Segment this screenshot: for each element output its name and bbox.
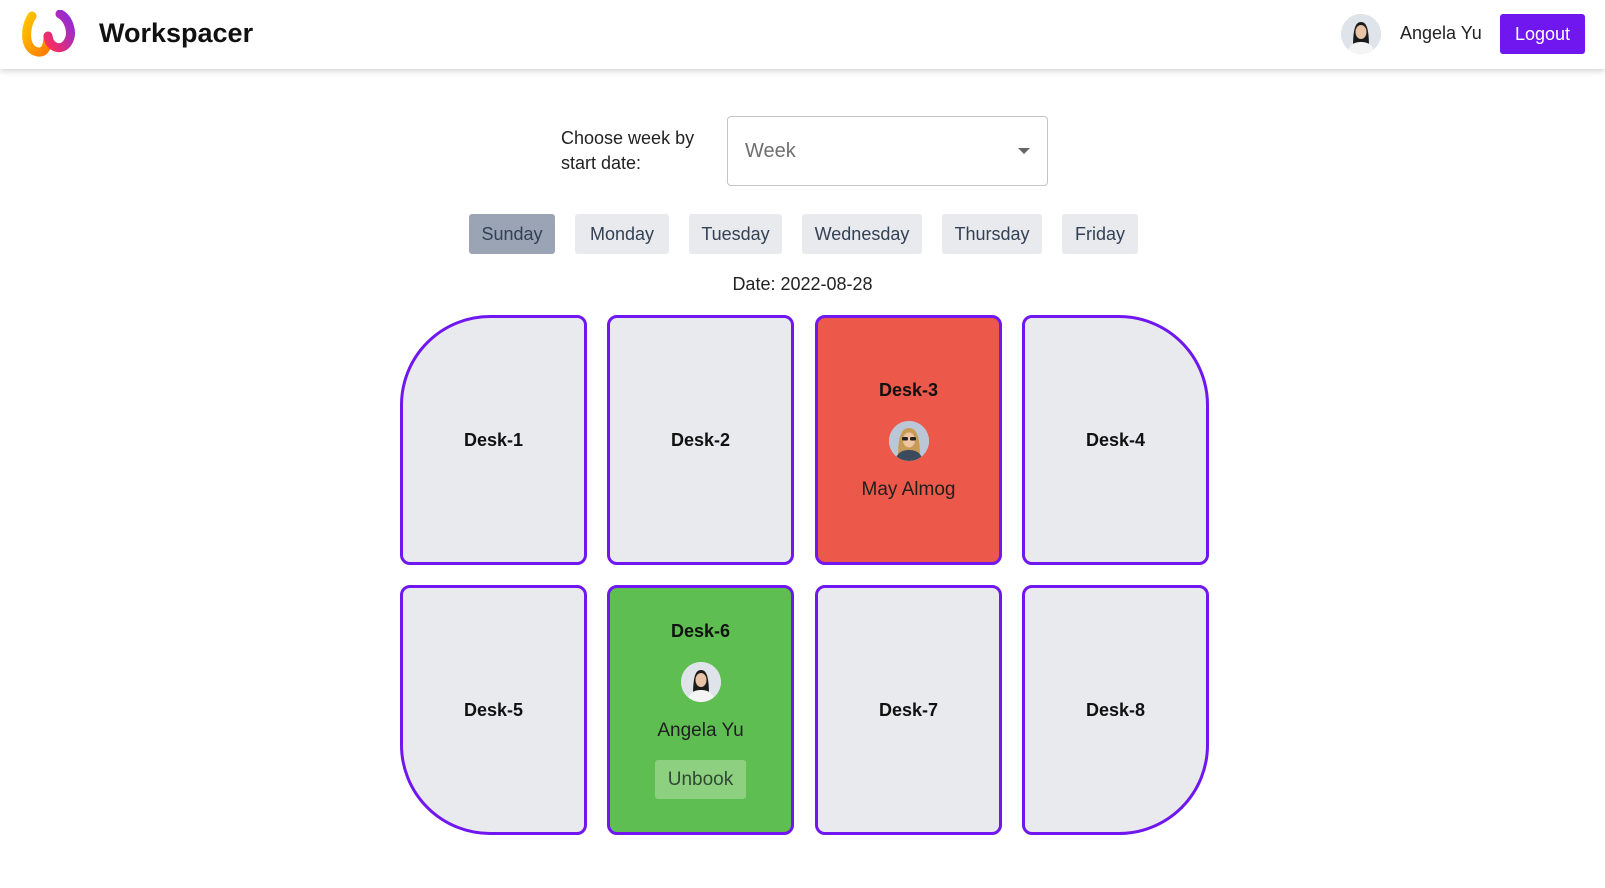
desk-1[interactable]: Desk-1	[400, 315, 587, 565]
desk-name: Desk-3	[878, 379, 939, 400]
desk-name: Desk-5	[463, 699, 524, 720]
chevron-down-icon	[1018, 148, 1030, 154]
desk-3[interactable]: Desk-3 May Almog	[815, 315, 1002, 565]
desk-2[interactable]: Desk-2	[607, 315, 794, 565]
logout-button[interactable]: Logout	[1500, 14, 1585, 54]
desk-name: Desk-4	[1085, 429, 1146, 450]
selected-date: Date: 2022-08-28	[732, 274, 873, 294]
desk-name: Desk-7	[878, 699, 939, 720]
angela-yu-avatar-icon	[680, 662, 721, 702]
desk-4[interactable]: Desk-4	[1022, 315, 1209, 565]
week-select-value: Week	[745, 140, 796, 162]
desk-name: Desk-1	[463, 429, 524, 450]
desk-5[interactable]: Desk-5	[400, 585, 587, 835]
desk-name: Desk-8	[1085, 699, 1146, 720]
day-tab-tuesday[interactable]: Tuesday	[689, 214, 782, 254]
unbook-button[interactable]: Unbook	[655, 760, 746, 799]
desk-name: Desk-6	[670, 621, 731, 641]
desk-8[interactable]: Desk-8	[1022, 585, 1209, 835]
current-user-name: Angela Yu	[1400, 23, 1482, 43]
brand-name: Workspacer	[99, 18, 254, 48]
may-almog-avatar-icon	[888, 420, 929, 461]
desk-user-avatar	[888, 420, 929, 461]
day-tab-monday[interactable]: Monday	[575, 214, 669, 254]
day-tab-friday[interactable]: Friday	[1062, 214, 1138, 254]
desk-user-name: May Almog	[861, 478, 956, 500]
desk-6[interactable]: Desk-6 Angela Yu Unbook	[607, 585, 794, 835]
day-tab-wednesday[interactable]: Wednesday	[802, 214, 922, 254]
desk-7[interactable]: Desk-7	[815, 585, 1002, 835]
desk-user-avatar	[680, 662, 721, 702]
week-picker-label: Choose week by start date:	[561, 128, 695, 173]
day-tab-sunday[interactable]: Sunday	[469, 214, 555, 254]
navbar: Workspacer Angela Yu Logout	[0, 0, 1605, 69]
day-tab-thursday[interactable]: Thursday	[942, 214, 1042, 254]
user-avatar-image-icon	[1341, 14, 1381, 54]
desk-name: Desk-2	[670, 429, 731, 450]
workspacer-logo-icon[interactable]	[22, 10, 76, 58]
week-select[interactable]: Week	[727, 116, 1048, 186]
user-avatar[interactable]	[1341, 14, 1381, 54]
desk-user-name: Angela Yu	[657, 720, 744, 741]
